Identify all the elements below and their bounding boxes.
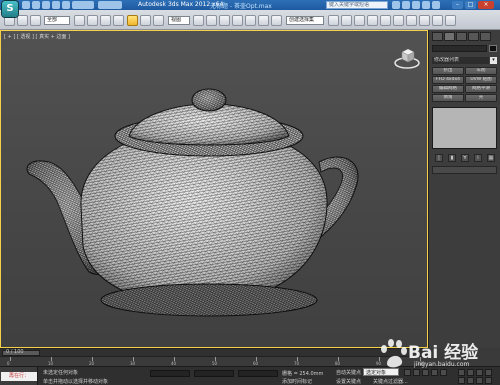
undo-icon[interactable] bbox=[52, 1, 60, 9]
file-name: 无标题 - 茶壶Opt.max bbox=[210, 3, 272, 10]
tab-modify[interactable] bbox=[444, 32, 455, 41]
object-name-field[interactable] bbox=[432, 45, 487, 52]
window-crossing-button[interactable] bbox=[113, 15, 124, 26]
modifier-button[interactable]: 网格平滑 bbox=[465, 85, 497, 93]
schematic-view-button[interactable] bbox=[393, 15, 404, 26]
add-time-tag[interactable]: 添加时间标记 bbox=[282, 378, 312, 385]
workspace-dropdown[interactable] bbox=[98, 1, 122, 9]
selection-status: 未选定任何对象 bbox=[43, 370, 79, 376]
set-key-label[interactable]: 设置关键点 bbox=[336, 378, 361, 385]
maximize-button[interactable]: □ bbox=[465, 1, 476, 9]
align-button[interactable] bbox=[341, 15, 352, 26]
open-file-icon[interactable] bbox=[32, 1, 40, 9]
watermark-brand: Bai 经验 bbox=[408, 343, 479, 363]
new-file-icon[interactable] bbox=[22, 1, 30, 9]
key-filters-button[interactable]: 关键点过滤器... bbox=[373, 378, 408, 385]
x-coord-field[interactable] bbox=[150, 370, 190, 377]
time-slider[interactable]: 0 / 100 bbox=[0, 348, 428, 356]
show-end-result-icon[interactable]: ▮ bbox=[448, 154, 456, 162]
snaps-toggle-button[interactable] bbox=[232, 15, 243, 26]
spinner-snap-button[interactable] bbox=[271, 15, 282, 26]
search-icon[interactable] bbox=[392, 1, 400, 9]
subscription-icon[interactable] bbox=[402, 1, 410, 9]
y-coord-field[interactable] bbox=[194, 370, 234, 377]
select-and-scale-button[interactable] bbox=[153, 15, 164, 26]
select-and-move-button[interactable] bbox=[127, 15, 138, 26]
maxscript-listener-area: 再在行： bbox=[0, 367, 38, 385]
frame-counter: 0 / 100 bbox=[6, 349, 24, 355]
object-color-swatch[interactable] bbox=[489, 45, 497, 52]
tab-hierarchy[interactable] bbox=[456, 32, 467, 41]
modifier-button[interactable]: 壳 bbox=[465, 94, 497, 102]
layer-manager-button[interactable] bbox=[354, 15, 365, 26]
redo-icon[interactable] bbox=[62, 1, 70, 9]
command-panel: 修改器列表 ▾ 挤出 车削 FFD 4x4x4 UVW 贴图 编辑网格 网格平滑… bbox=[428, 30, 500, 348]
project-folder-icon[interactable] bbox=[72, 1, 94, 9]
help-icon[interactable] bbox=[432, 1, 440, 9]
curve-editor-button[interactable] bbox=[380, 15, 391, 26]
teapot-wireframe[interactable] bbox=[19, 86, 361, 331]
material-editor-button[interactable] bbox=[406, 15, 417, 26]
select-object-button[interactable] bbox=[74, 15, 85, 26]
rollout-separator bbox=[432, 166, 497, 174]
watermark-url: jingyan.baidu.com bbox=[414, 361, 470, 368]
render-setup-button[interactable] bbox=[419, 15, 430, 26]
keyboard-shortcut-button[interactable] bbox=[219, 15, 230, 26]
maxscript-button[interactable]: 再在行： bbox=[1, 372, 37, 381]
title-bar: S Autodesk 3ds Max 2012 x64 无标题 - 茶壶Opt.… bbox=[0, 0, 500, 17]
timeline-tick bbox=[10, 357, 11, 361]
main-toolbar: 全部 视图 创建选择集 bbox=[0, 10, 500, 30]
pin-stack-icon[interactable]: | bbox=[435, 154, 443, 162]
communication-icon[interactable] bbox=[412, 1, 420, 9]
perspective-viewport[interactable]: [ + ] [ 透视 ] [ 真实 + 边面 ] bbox=[0, 30, 428, 348]
modifier-button[interactable]: 编辑网格 bbox=[432, 85, 464, 93]
tab-create[interactable] bbox=[432, 32, 443, 41]
modifier-button[interactable]: 车削 bbox=[465, 67, 497, 75]
chevron-down-icon[interactable]: ▾ bbox=[490, 57, 497, 64]
close-button[interactable]: × bbox=[478, 1, 494, 9]
modifier-stack[interactable] bbox=[432, 107, 497, 149]
auto-key-label[interactable]: 自动关键点 bbox=[336, 369, 361, 376]
remove-modifier-icon[interactable]: ⅰ bbox=[474, 154, 482, 162]
mirror-button[interactable] bbox=[328, 15, 339, 26]
viewcube-icon[interactable] bbox=[394, 44, 420, 70]
z-coord-field[interactable] bbox=[238, 370, 278, 377]
rect-selection-button[interactable] bbox=[100, 15, 111, 26]
graphite-ribbon-button[interactable] bbox=[367, 15, 378, 26]
rendered-frame-button[interactable] bbox=[432, 15, 443, 26]
modifier-button[interactable]: 倒角 bbox=[432, 94, 464, 102]
modifier-button[interactable]: 挤出 bbox=[432, 67, 464, 75]
render-production-button[interactable] bbox=[445, 15, 456, 26]
modifier-list-dropdown[interactable]: 修改器列表 bbox=[432, 57, 489, 64]
reference-coord-dropdown[interactable]: 视图 bbox=[168, 16, 190, 25]
selection-filter-dropdown[interactable]: 全部 bbox=[44, 16, 70, 25]
angle-snap-button[interactable] bbox=[245, 15, 256, 26]
redo-button[interactable] bbox=[17, 15, 28, 26]
select-link-button[interactable] bbox=[30, 15, 41, 26]
named-selection-dropdown[interactable]: 创建选择集 bbox=[286, 16, 324, 25]
modifier-button[interactable]: UVW 贴图 bbox=[465, 76, 497, 84]
make-unique-icon[interactable]: ∀ bbox=[461, 154, 469, 162]
app-logo[interactable]: S bbox=[2, 1, 18, 17]
favorites-icon[interactable] bbox=[422, 1, 430, 9]
save-file-icon[interactable] bbox=[42, 1, 50, 9]
track-bar[interactable]: 0 10 20 30 40 50 60 70 80 90 100 bbox=[0, 356, 428, 366]
tab-display[interactable] bbox=[480, 32, 491, 41]
select-manipulate-button[interactable] bbox=[206, 15, 217, 26]
tab-motion[interactable] bbox=[468, 32, 479, 41]
configure-sets-icon[interactable]: ▦ bbox=[487, 154, 495, 162]
percent-snap-button[interactable] bbox=[258, 15, 269, 26]
search-input[interactable]: 键入关键字或短语 bbox=[326, 1, 388, 9]
select-and-rotate-button[interactable] bbox=[140, 15, 151, 26]
prompt-line: 单击并拖动以选择并移动对象 bbox=[43, 379, 109, 385]
modifier-button[interactable]: FFD 4x4x4 bbox=[432, 76, 464, 84]
select-by-name-button[interactable] bbox=[87, 15, 98, 26]
viewport-label[interactable]: [ + ] [ 透视 ] [ 真实 + 边面 ] bbox=[4, 33, 70, 40]
minimize-button[interactable]: – bbox=[452, 1, 463, 9]
pivot-center-button[interactable] bbox=[193, 15, 204, 26]
grid-size: 栅格 = 254.0mm bbox=[282, 371, 324, 377]
